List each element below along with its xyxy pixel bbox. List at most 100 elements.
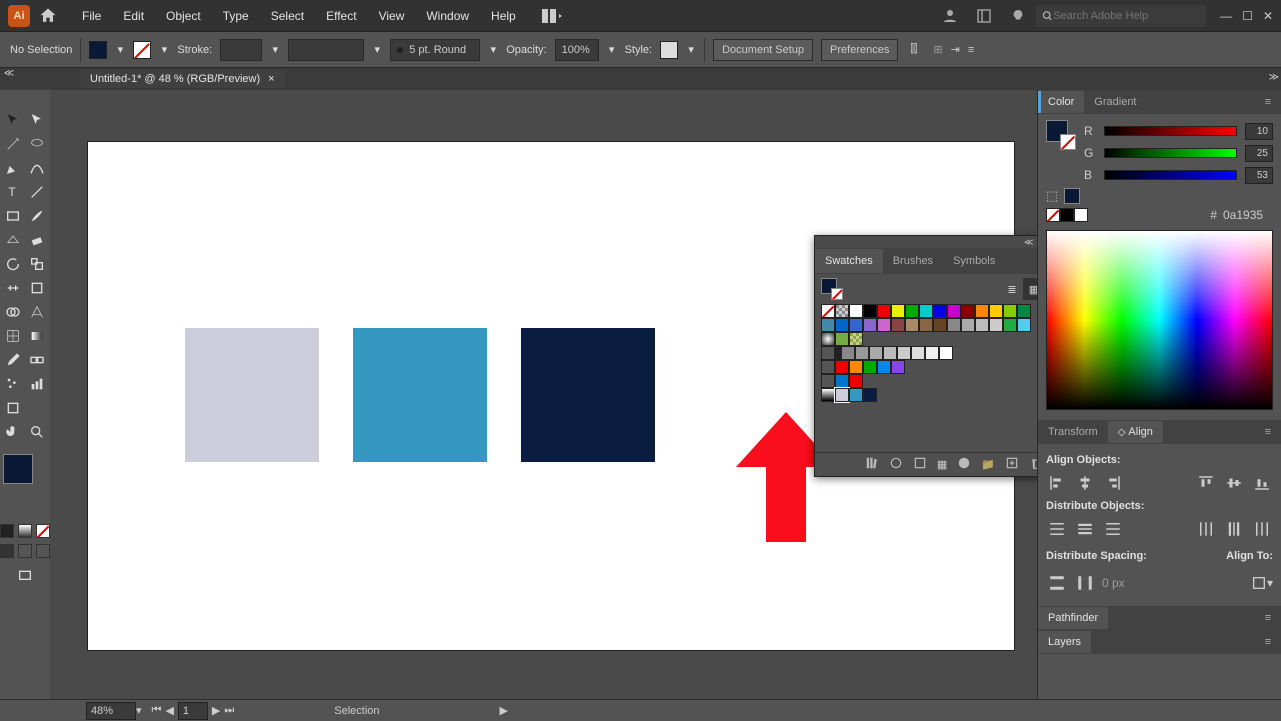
folder-icon[interactable] xyxy=(821,360,835,374)
edit-color-icon[interactable] xyxy=(957,456,971,473)
dist-bottom-button[interactable] xyxy=(1102,518,1124,540)
isolate-icon[interactable]: ⇥ xyxy=(951,43,960,56)
rotate-tool[interactable] xyxy=(1,252,25,276)
folder-icon[interactable] xyxy=(821,346,835,360)
swatch[interactable] xyxy=(821,388,835,402)
document-setup-button[interactable]: Document Setup xyxy=(713,39,813,61)
shape-square-1[interactable] xyxy=(185,328,319,462)
perspective-tool[interactable] xyxy=(25,300,49,324)
swatch[interactable] xyxy=(849,360,863,374)
menu-view[interactable]: View xyxy=(369,5,415,27)
fill-stroke-indicator[interactable] xyxy=(3,454,47,498)
r-value[interactable]: 10 xyxy=(1245,123,1273,140)
swatches-menu-icon[interactable]: ≡ xyxy=(1029,255,1037,267)
swatch[interactable] xyxy=(821,304,835,318)
swatch[interactable] xyxy=(891,360,905,374)
symbol-sprayer-tool[interactable] xyxy=(1,372,25,396)
fill-dropdown[interactable]: ▾ xyxy=(115,43,125,56)
curvature-tool[interactable] xyxy=(25,156,49,180)
swatch[interactable] xyxy=(835,360,849,374)
tab-brushes[interactable]: Brushes xyxy=(883,249,943,273)
pathfinder-menu-icon[interactable]: ≡ xyxy=(1255,607,1281,629)
swatch[interactable] xyxy=(1017,318,1031,332)
layout-menu-icon[interactable] xyxy=(540,4,564,28)
new-folder-icon[interactable]: 📁 xyxy=(981,458,995,471)
tab-pathfinder[interactable]: Pathfinder xyxy=(1038,607,1108,629)
swatch[interactable] xyxy=(1017,304,1031,318)
menu-window[interactable]: Window xyxy=(416,5,479,27)
color-menu-icon[interactable]: ≡ xyxy=(1255,91,1281,113)
menu-help[interactable]: Help xyxy=(481,5,526,27)
align-left-button[interactable] xyxy=(1046,472,1068,494)
dist-hspace-button[interactable] xyxy=(1074,572,1096,594)
swatch[interactable] xyxy=(933,304,947,318)
swatch[interactable] xyxy=(925,346,939,360)
eyedropper-tool[interactable] xyxy=(1,348,25,372)
swatch[interactable] xyxy=(849,304,863,318)
swatch[interactable] xyxy=(989,318,1003,332)
b-value[interactable]: 53 xyxy=(1245,167,1273,184)
style-swatch[interactable] xyxy=(660,41,678,59)
lasso-tool[interactable] xyxy=(25,132,49,156)
align-right-button[interactable] xyxy=(1102,472,1124,494)
swatch[interactable] xyxy=(905,318,919,332)
swatch[interactable] xyxy=(989,304,1003,318)
swatch[interactable] xyxy=(849,318,863,332)
swatch[interactable] xyxy=(897,346,911,360)
dist-vspace-button[interactable] xyxy=(1046,572,1068,594)
document-tab[interactable]: Untitled-1* @ 48 % (RGB/Preview) × xyxy=(80,70,285,88)
close-button[interactable]: ✕ xyxy=(1263,9,1273,23)
align-icon[interactable]: ⫿⫿ xyxy=(910,43,917,56)
tab-align[interactable]: ◇Align xyxy=(1108,421,1163,443)
dist-hcenter-button[interactable] xyxy=(1223,518,1245,540)
swatch[interactable] xyxy=(947,318,961,332)
swatch-options-icon[interactable] xyxy=(913,456,927,473)
shape-square-3[interactable] xyxy=(521,328,655,462)
swatch[interactable] xyxy=(877,318,891,332)
tab-gradient[interactable]: Gradient xyxy=(1084,91,1146,113)
swatch[interactable] xyxy=(891,304,905,318)
delete-swatch-icon[interactable] xyxy=(1029,456,1037,473)
panel-collapse-icon[interactable]: ≪ xyxy=(1024,237,1033,248)
grid-view-icon[interactable]: ▦ xyxy=(1023,278,1037,300)
opacity-field[interactable]: 100% xyxy=(555,39,599,61)
align-top-button[interactable] xyxy=(1195,472,1217,494)
list-view-icon[interactable]: ≣ xyxy=(1001,278,1023,300)
swatch[interactable] xyxy=(939,346,953,360)
gradient-tool[interactable] xyxy=(25,324,49,348)
swatch[interactable] xyxy=(835,388,849,402)
swatch[interactable] xyxy=(911,346,925,360)
black-swatch[interactable] xyxy=(1060,208,1074,222)
menu-edit[interactable]: Edit xyxy=(113,5,154,27)
layers-menu-icon[interactable]: ≡ xyxy=(1255,631,1281,653)
tab-swatches[interactable]: Swatches xyxy=(815,249,883,273)
stroke-dropdown[interactable]: ▾ xyxy=(159,43,169,56)
swatch[interactable] xyxy=(933,318,947,332)
draw-normal-icon[interactable] xyxy=(0,544,14,558)
search-box[interactable] xyxy=(1036,5,1206,27)
align-vcenter-button[interactable] xyxy=(1223,472,1245,494)
swatch[interactable] xyxy=(891,318,905,332)
fill-indicator[interactable] xyxy=(3,454,33,484)
color-mode-icon[interactable] xyxy=(0,524,14,538)
artboard-tool[interactable] xyxy=(1,396,25,420)
zoom-field[interactable]: 48% xyxy=(86,702,136,720)
g-value[interactable]: 25 xyxy=(1245,145,1273,162)
color-stroke-indicator[interactable] xyxy=(1060,134,1076,150)
swatch[interactable] xyxy=(835,332,849,346)
swatch[interactable] xyxy=(835,318,849,332)
stroke-weight-field[interactable] xyxy=(220,39,262,61)
maximize-button[interactable]: ☐ xyxy=(1242,9,1253,23)
swatch-kind-icon[interactable] xyxy=(889,456,903,473)
r-slider[interactable] xyxy=(1104,126,1237,136)
search-input[interactable] xyxy=(1053,10,1200,22)
width-tool[interactable] xyxy=(1,276,25,300)
swatch[interactable] xyxy=(821,318,835,332)
free-transform-tool[interactable] xyxy=(25,276,49,300)
dist-right-button[interactable] xyxy=(1251,518,1273,540)
panel-menu-icon[interactable]: ≡ xyxy=(968,44,974,56)
shaper-tool[interactable] xyxy=(1,228,25,252)
none-mode-icon[interactable] xyxy=(36,524,50,538)
current-color-swatch[interactable] xyxy=(1064,188,1080,204)
paintbrush-tool[interactable] xyxy=(25,204,49,228)
